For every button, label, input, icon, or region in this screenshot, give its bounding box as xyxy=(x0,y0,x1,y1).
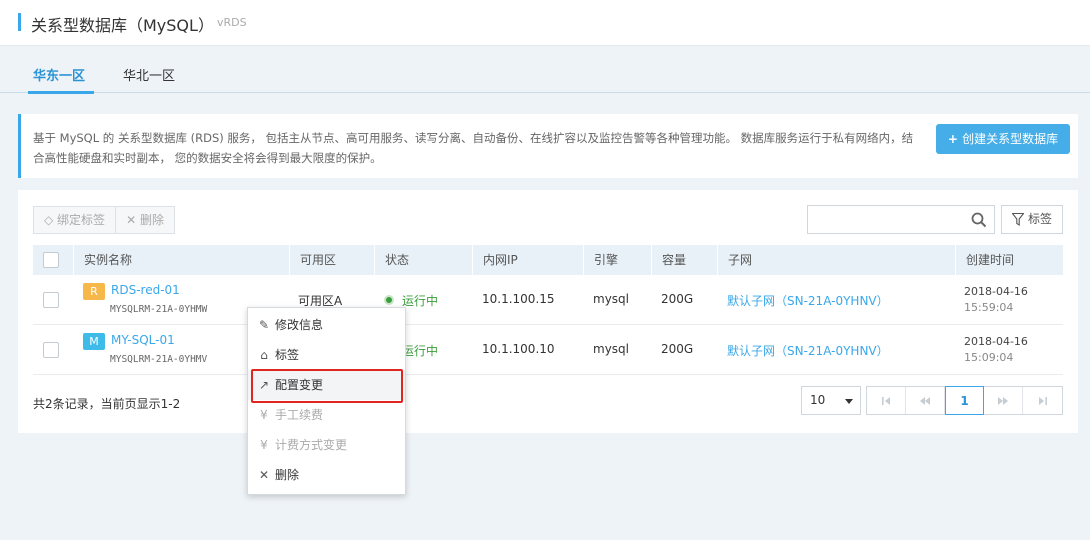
private-ip: 10.1.100.10 xyxy=(482,342,555,356)
bulk-delete-button[interactable]: ✕ 删除 xyxy=(115,207,174,233)
instance-name-link[interactable]: MY-SQL-01 xyxy=(111,333,175,347)
column-header-created[interactable]: 创建时间 xyxy=(955,245,1063,275)
created-time: 2018-04-16 15:09:04 xyxy=(964,334,1028,366)
menu-item-label: 手工续费 xyxy=(275,408,324,422)
table-row: M MY-SQL-01 MYSQLRM-21A-0YHMV 运行中 10.1.1… xyxy=(33,325,1063,375)
trend-icon: ↗ xyxy=(258,378,270,392)
capacity-value: 200G xyxy=(661,342,694,356)
column-header-capacity[interactable]: 容量 xyxy=(651,245,717,275)
active-tab-indicator xyxy=(28,91,94,94)
last-page-icon xyxy=(1038,396,1047,405)
created-date: 2018-04-16 xyxy=(964,285,1028,298)
record-summary: 共2条记录，当前页显示1-2 xyxy=(33,397,181,411)
menu-item-edit-info[interactable]: ✎ 修改信息 xyxy=(248,310,405,340)
select-all-checkbox[interactable] xyxy=(43,252,59,268)
tag-filter-label: 标签 xyxy=(1028,212,1053,226)
table-row: R RDS-red-01 MYSQLRM-21A-0YHMW 可用区A 运行中 … xyxy=(33,275,1063,325)
instance-context-menu: ✎ 修改信息 ⌂ 标签 ↗ 配置变更 ¥ 手工续费 ¥ 计费方式变更 ✕ 删除 xyxy=(247,307,406,495)
column-header-status[interactable]: 状态 xyxy=(374,245,472,275)
chevron-down-icon xyxy=(845,399,853,404)
search-icon xyxy=(971,212,987,228)
service-description: 基于 MySQL 的 关系型数据库 (RDS) 服务， 包括主从节点、高可用服务… xyxy=(33,131,914,165)
first-page-button[interactable] xyxy=(867,387,906,414)
created-clock: 15:09:04 xyxy=(964,351,1014,364)
title-accent-bar xyxy=(18,13,21,31)
status-badge: 运行中 xyxy=(402,344,439,358)
instance-id: MYSQLRM-21A-0YHMV xyxy=(110,354,208,365)
yen-icon: ¥ xyxy=(260,408,268,422)
tag-filter-button[interactable]: 标签 xyxy=(1001,205,1063,234)
created-time: 2018-04-16 15:59:04 xyxy=(964,284,1028,316)
last-page-button[interactable] xyxy=(1023,387,1062,414)
region-tabs: 华东一区 华北一区 xyxy=(0,47,1090,93)
menu-item-manual-renewal: ¥ 手工续费 xyxy=(248,400,405,430)
row-checkbox[interactable] xyxy=(43,292,59,308)
pagination: 1 xyxy=(866,386,1063,415)
row-checkbox[interactable] xyxy=(43,342,59,358)
instance-panel: ◇ 绑定标签 ✕ 删除 标签 实例名称 可用区 状态 内网IP 引擎 容量 子网… xyxy=(18,190,1078,433)
column-header-engine[interactable]: 引擎 xyxy=(583,245,651,275)
column-header-subnet[interactable]: 子网 xyxy=(717,245,955,275)
private-ip: 10.1.100.15 xyxy=(482,292,555,306)
menu-item-delete[interactable]: ✕ 删除 xyxy=(248,460,405,490)
status-badge: 运行中 xyxy=(402,294,439,308)
page-size-select[interactable]: 10 xyxy=(801,386,861,415)
next-page-icon xyxy=(998,396,1008,405)
page-header: 关系型数据库（MySQL） vRDS xyxy=(0,0,1090,46)
close-icon: ✕ xyxy=(258,468,270,482)
service-description-box: 基于 MySQL 的 关系型数据库 (RDS) 服务， 包括主从节点、高可用服务… xyxy=(18,114,1078,178)
page-size-value: 10 xyxy=(810,393,826,407)
menu-item-label: 删除 xyxy=(275,468,300,482)
instance-name-link[interactable]: RDS-red-01 xyxy=(111,283,180,297)
pencil-icon: ✎ xyxy=(258,318,270,332)
engine-value: mysql xyxy=(593,292,629,306)
menu-item-label: 配置变更 xyxy=(275,378,324,392)
tab-north-region[interactable]: 华北一区 xyxy=(123,65,175,84)
capacity-value: 200G xyxy=(661,292,694,306)
instance-id: MYSQLRM-21A-0YHMW xyxy=(110,304,208,315)
status-running-icon xyxy=(384,295,394,305)
engine-value: mysql xyxy=(593,342,629,356)
page-title: 关系型数据库（MySQL） xyxy=(31,16,214,35)
subnet-link[interactable]: 默认子网（SN-21A-0YHNV） xyxy=(727,342,889,359)
menu-item-label: 计费方式变更 xyxy=(275,438,348,452)
bind-tag-label: 绑定标签 xyxy=(57,213,106,227)
filter-icon xyxy=(1012,213,1024,226)
plus-icon: + xyxy=(947,132,963,146)
menu-item-label: 标签 xyxy=(275,348,300,362)
column-header-zone[interactable]: 可用区 xyxy=(289,245,374,275)
page-number-button[interactable]: 1 xyxy=(945,386,984,415)
page-subtitle: vRDS xyxy=(217,16,247,29)
yen-icon: ¥ xyxy=(260,438,268,452)
created-date: 2018-04-16 xyxy=(964,335,1028,348)
bulk-delete-label: 删除 xyxy=(139,213,164,227)
tag-icon: ⌂ xyxy=(260,348,268,362)
tag-icon: ◇ xyxy=(44,213,58,227)
create-database-button[interactable]: + 创建关系型数据库 xyxy=(936,124,1070,154)
column-header-ip[interactable]: 内网IP xyxy=(472,245,583,275)
column-header-name[interactable]: 实例名称 xyxy=(73,245,289,275)
menu-item-tag[interactable]: ⌂ 标签 xyxy=(248,340,405,370)
previous-page-button[interactable] xyxy=(906,387,945,414)
create-database-label: 创建关系型数据库 xyxy=(962,132,1059,146)
bind-tag-button[interactable]: ◇ 绑定标签 xyxy=(34,207,115,233)
previous-page-icon xyxy=(920,396,930,405)
menu-item-billing-change: ¥ 计费方式变更 xyxy=(248,430,405,460)
menu-item-config-change[interactable]: ↗ 配置变更 xyxy=(248,370,405,400)
first-page-icon xyxy=(882,396,890,405)
search-input[interactable] xyxy=(807,205,995,234)
instance-type-badge: R xyxy=(83,283,105,300)
subnet-link[interactable]: 默认子网（SN-21A-0YHNV） xyxy=(727,292,889,309)
bulk-action-group: ◇ 绑定标签 ✕ 删除 xyxy=(33,206,175,234)
instance-type-badge: M xyxy=(83,333,105,350)
next-page-button[interactable] xyxy=(984,387,1023,414)
tab-east-region[interactable]: 华东一区 xyxy=(33,65,85,84)
created-clock: 15:59:04 xyxy=(964,301,1014,314)
close-icon: ✕ xyxy=(126,213,140,227)
menu-item-label: 修改信息 xyxy=(275,318,324,332)
table-header: 实例名称 可用区 状态 内网IP 引擎 容量 子网 创建时间 xyxy=(33,245,1063,275)
